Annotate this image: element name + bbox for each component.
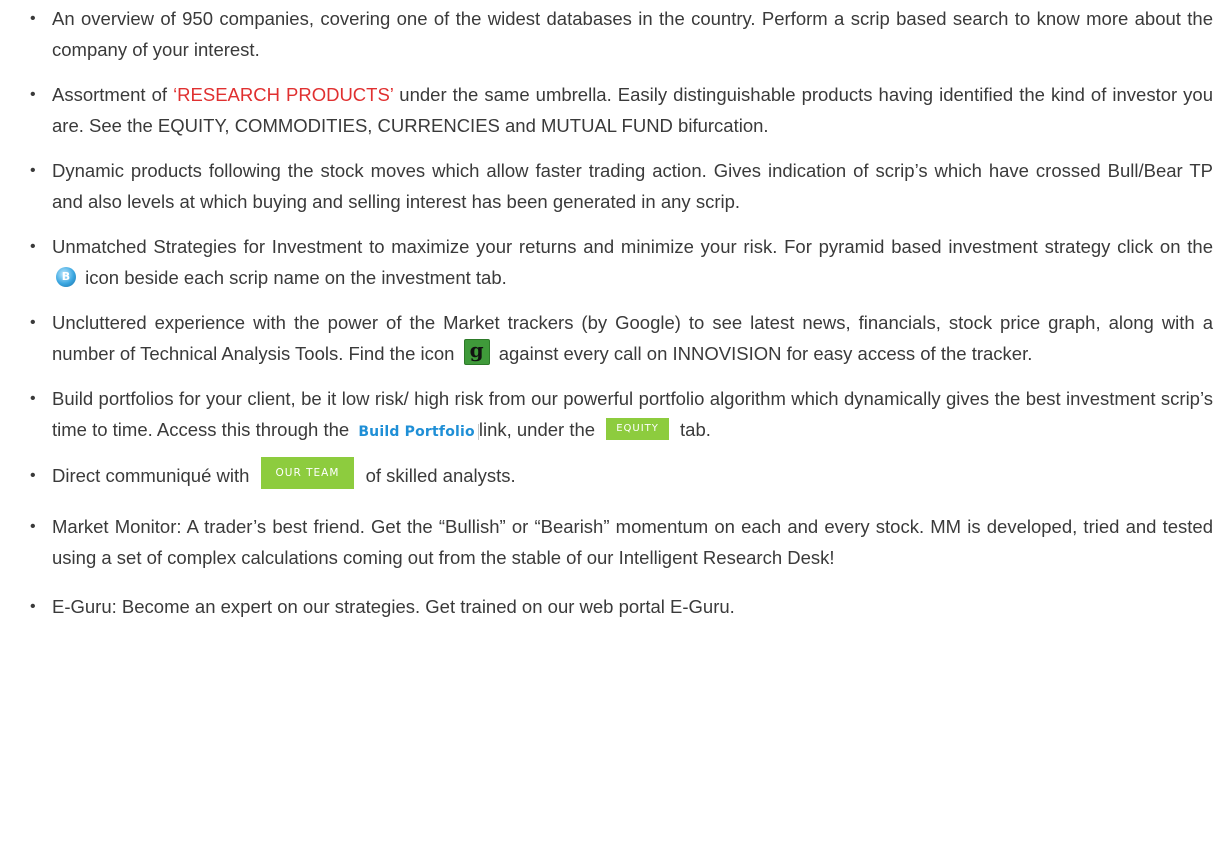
item-text: Dynamic products following the stock mov… (52, 160, 1213, 212)
bullet-icon: • (30, 86, 36, 103)
pyramid-b-icon[interactable]: B (56, 267, 76, 288)
feature-list: • An overview of 950 companies, covering… (0, 3, 1229, 622)
item-text: Unmatched Strategies for Investment to m… (52, 236, 1213, 257)
list-item: • Direct communiqué with OUR TEAM of ski… (0, 457, 1229, 493)
item-text: An overview of 950 companies, covering o… (52, 8, 1213, 60)
bullet-icon: • (30, 598, 36, 616)
item-text: Direct communiqué with (52, 465, 250, 486)
item-text: tab. (680, 419, 711, 440)
google-tracker-icon[interactable]: g (463, 339, 490, 366)
bullet-icon: • (30, 467, 36, 484)
bullet-icon: • (30, 314, 36, 331)
our-team-button[interactable]: OUR TEAM (260, 457, 355, 490)
bullet-icon: • (30, 518, 36, 536)
item-text: E-Guru: Become an expert on our strategi… (52, 596, 735, 618)
list-item: • Build portfolios for your client, be i… (0, 383, 1229, 448)
list-item: • Unmatched Strategies for Investment to… (0, 231, 1229, 293)
item-text: icon beside each scrip name on the inves… (85, 267, 507, 288)
list-item: • Market Monitor: A trader’s best friend… (0, 511, 1229, 573)
item-text: against every call on INNOVISION for eas… (498, 343, 1033, 364)
bullet-icon: • (30, 390, 36, 407)
list-item: • Assortment of ‘RESEARCH PRODUCTS’ unde… (0, 79, 1229, 141)
item-text: link, under the (478, 419, 596, 440)
list-item: • E-Guru: Become an expert on our strate… (0, 591, 1229, 622)
feature-page: • An overview of 950 companies, covering… (0, 0, 1229, 841)
bullet-icon: • (30, 162, 36, 179)
item-text: Assortment of (52, 84, 174, 105)
build-portfolio-link[interactable]: Build Portfolio (358, 424, 479, 440)
item-text: of skilled analysts. (365, 465, 516, 486)
bullet-icon: • (30, 238, 36, 255)
list-item: • Dynamic products following the stock m… (0, 155, 1229, 217)
bullet-icon: • (30, 10, 36, 27)
item-text: Market Monitor: A trader’s best friend. … (52, 516, 1213, 569)
equity-tab[interactable]: EQUITY (606, 418, 669, 441)
research-products-highlight: ‘RESEARCH PRODUCTS’ (173, 84, 394, 105)
list-item: • An overview of 950 companies, covering… (0, 3, 1229, 65)
list-item: • Uncluttered experience with the power … (0, 307, 1229, 369)
